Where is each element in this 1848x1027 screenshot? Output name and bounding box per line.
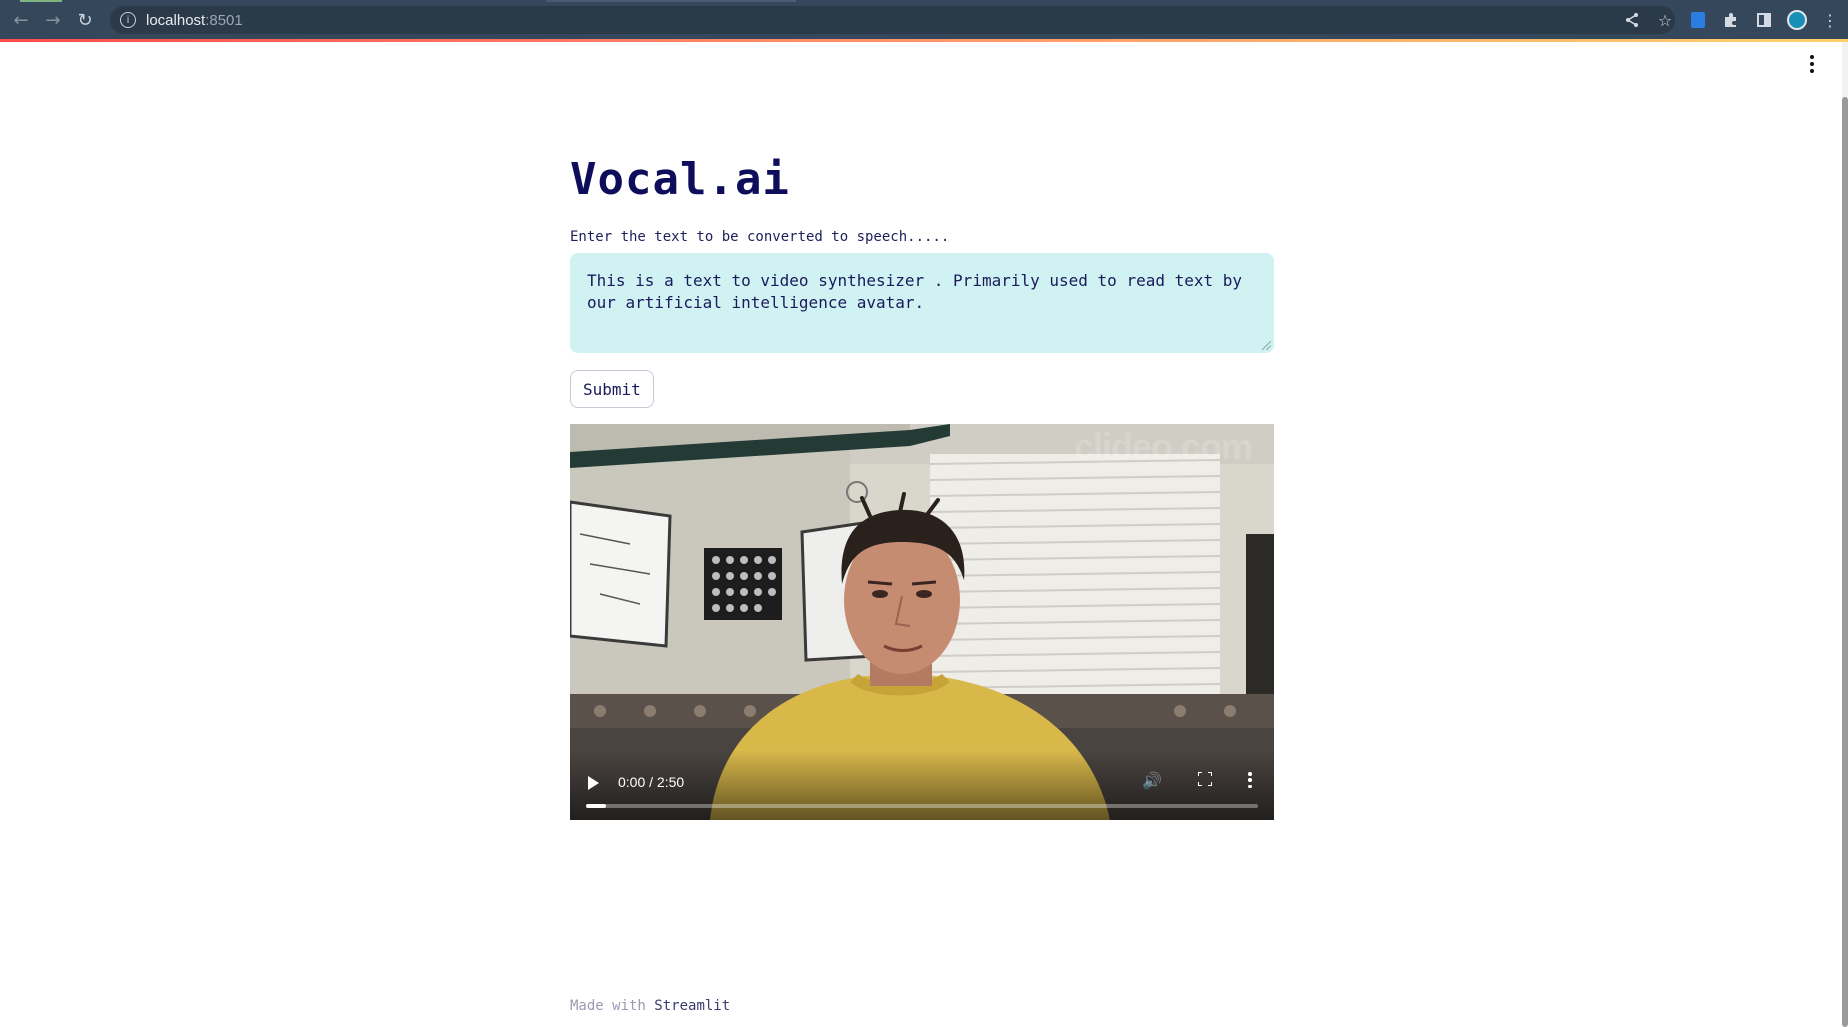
- info-icon[interactable]: i: [120, 12, 136, 28]
- resize-handle-icon[interactable]: [1262, 341, 1271, 350]
- more-options-icon[interactable]: [1248, 772, 1252, 788]
- video-controls: 0:00 / 2:50 🔊: [570, 750, 1274, 820]
- reload-button[interactable]: ↻: [73, 8, 97, 32]
- video-progress-bar[interactable]: [586, 804, 1258, 808]
- url-text: localhost:8501: [146, 11, 243, 29]
- forward-button[interactable]: →: [41, 8, 65, 32]
- reload-icon: ↻: [77, 9, 93, 31]
- browser-actions: ☆ ⋮: [1620, 8, 1848, 32]
- volume-icon[interactable]: 🔊: [1142, 771, 1162, 790]
- footer: Made with Streamlit: [570, 998, 730, 1014]
- kebab-menu-icon[interactable]: ⋮: [1818, 8, 1842, 32]
- arrow-left-icon: ←: [13, 9, 29, 31]
- scrollbar[interactable]: [1842, 42, 1848, 1027]
- fullscreen-icon[interactable]: [1198, 772, 1212, 786]
- extension-blue-icon[interactable]: [1686, 8, 1710, 32]
- footer-prefix: Made with: [570, 998, 646, 1014]
- arrow-right-icon: →: [45, 9, 61, 31]
- star-icon[interactable]: ☆: [1653, 8, 1677, 32]
- textarea-label: Enter the text to be converted to speech…: [570, 229, 950, 245]
- video-player[interactable]: clideo.com 0:00 / 2:50 🔊: [570, 424, 1274, 820]
- tab-indicator-secondary: [546, 0, 796, 2]
- puzzle-icon[interactable]: [1719, 8, 1743, 32]
- sidebar-icon[interactable]: [1752, 8, 1776, 32]
- video-time: 0:00 / 2:50: [618, 774, 685, 790]
- browser-toolbar: ← → ↻ i localhost:8501 ☆ ⋮: [0, 0, 1848, 39]
- share-icon[interactable]: [1620, 8, 1644, 32]
- page-title: Vocal.ai: [570, 154, 790, 205]
- address-bar[interactable]: i localhost:8501: [110, 6, 1675, 34]
- play-icon[interactable]: [588, 776, 599, 790]
- app-menu-button[interactable]: [1804, 52, 1820, 76]
- speech-text-input[interactable]: [570, 253, 1274, 353]
- scrollbar-thumb[interactable]: [1842, 97, 1848, 1027]
- submit-button[interactable]: Submit: [570, 370, 654, 408]
- video-watermark: clideo.com: [1073, 426, 1253, 467]
- back-button[interactable]: ←: [9, 8, 33, 32]
- streamlit-link[interactable]: Streamlit: [654, 998, 730, 1014]
- profile-avatar[interactable]: [1785, 8, 1809, 32]
- video-progress-fill: [586, 804, 607, 808]
- tab-indicator: [20, 0, 62, 2]
- streamlit-header-decoration: [0, 39, 1848, 42]
